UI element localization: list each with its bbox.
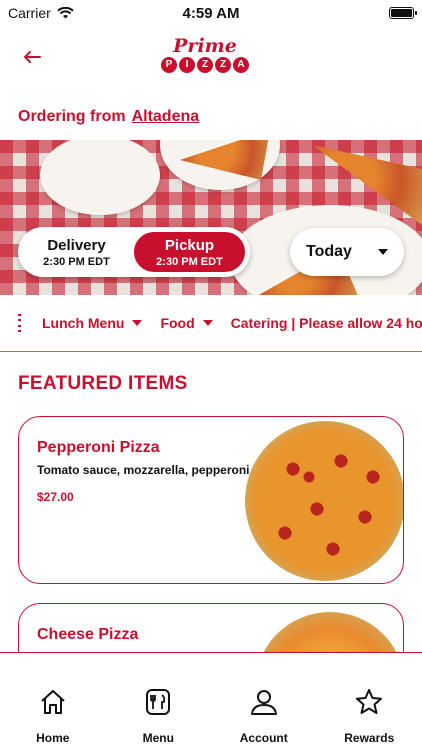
item-card-pepperoni[interactable]: Pepperoni Pizza Tomato sauce, mozzarella… xyxy=(18,416,404,584)
delivery-option[interactable]: Delivery 2:30 PM EDT xyxy=(21,230,132,274)
category-label: Catering | Please allow 24 hour a xyxy=(230,315,422,331)
logo-badges: P I Z Z A xyxy=(158,57,252,73)
app-header: Prime P I Z Z A xyxy=(0,30,422,90)
status-time: 4:59 AM xyxy=(182,4,240,22)
tab-account[interactable]: Account xyxy=(211,653,317,750)
category-label: Food xyxy=(160,315,195,331)
logo-letter: P xyxy=(161,57,177,73)
wifi-icon xyxy=(57,7,74,19)
item-price: $27.00 xyxy=(37,490,74,504)
pepperoni-pizza-image xyxy=(245,421,403,581)
chevron-down-icon xyxy=(132,320,143,326)
status-right xyxy=(264,7,417,19)
account-icon xyxy=(250,690,277,715)
category-bar: Lunch Menu Food Catering | Please allow … xyxy=(0,305,422,341)
hero-banner: Delivery 2:30 PM EDT Pickup 2:30 PM EDT … xyxy=(0,140,422,295)
category-food[interactable]: Food xyxy=(160,315,213,331)
order-mode-toggle: Delivery 2:30 PM EDT Pickup 2:30 PM EDT xyxy=(18,227,250,277)
star-icon xyxy=(356,689,383,714)
logo-letter: Z xyxy=(215,57,231,73)
divider xyxy=(0,351,422,352)
battery-icon xyxy=(389,7,417,19)
delivery-label: Delivery xyxy=(47,236,106,254)
tab-rewards[interactable]: Rewards xyxy=(317,653,422,750)
tab-label: Rewards xyxy=(344,731,395,745)
pickup-option[interactable]: Pickup 2:30 PM EDT xyxy=(132,230,247,274)
back-button[interactable] xyxy=(22,46,50,74)
hero-plate xyxy=(40,140,160,215)
tab-menu[interactable]: Menu xyxy=(106,653,212,750)
category-catering[interactable]: Catering | Please allow 24 hour a xyxy=(231,315,422,331)
back-arrow-icon xyxy=(24,51,41,63)
tab-label: Menu xyxy=(142,731,174,745)
menu-icon xyxy=(146,689,171,715)
item-description: Tomato sauce, mozzarella, pepperoni xyxy=(37,463,250,477)
logo-script: Prime xyxy=(173,35,237,57)
item-name: Cheese Pizza xyxy=(37,626,139,643)
ordering-from: Ordering from Altadena xyxy=(18,108,199,126)
category-label: Lunch Menu xyxy=(42,315,125,331)
item-name: Pepperoni Pizza xyxy=(37,439,160,456)
pickup-time: 2:30 PM EDT xyxy=(156,255,223,268)
ordering-prefix: Ordering from xyxy=(18,108,126,125)
carrier-label: Carrier xyxy=(8,5,51,21)
logo-letter: I xyxy=(179,57,195,73)
delivery-time: 2:30 PM EDT xyxy=(43,255,110,268)
logo-letter: A xyxy=(233,57,249,73)
category-lunch-menu[interactable]: Lunch Menu xyxy=(42,315,143,331)
tab-home[interactable]: Home xyxy=(0,653,106,750)
location-link[interactable]: Altadena xyxy=(132,108,200,125)
chevron-down-icon xyxy=(202,320,213,326)
day-select[interactable]: Today xyxy=(290,228,404,276)
pickup-label: Pickup xyxy=(164,236,215,254)
status-bar: Carrier 4:59 AM xyxy=(0,0,422,26)
list-icon[interactable] xyxy=(18,314,24,332)
status-left: Carrier xyxy=(8,5,158,21)
tab-bar: Home Menu Account Rewards xyxy=(0,652,422,750)
home-icon xyxy=(41,690,65,714)
logo-letter: Z xyxy=(197,57,213,73)
prime-pizza-logo: Prime P I Z Z A xyxy=(158,36,252,86)
tab-label: Account xyxy=(239,731,288,745)
featured-title: FEATURED ITEMS xyxy=(18,373,188,394)
tab-label: Home xyxy=(36,731,70,745)
chevron-down-icon xyxy=(378,249,388,255)
day-select-value: Today xyxy=(306,243,352,260)
